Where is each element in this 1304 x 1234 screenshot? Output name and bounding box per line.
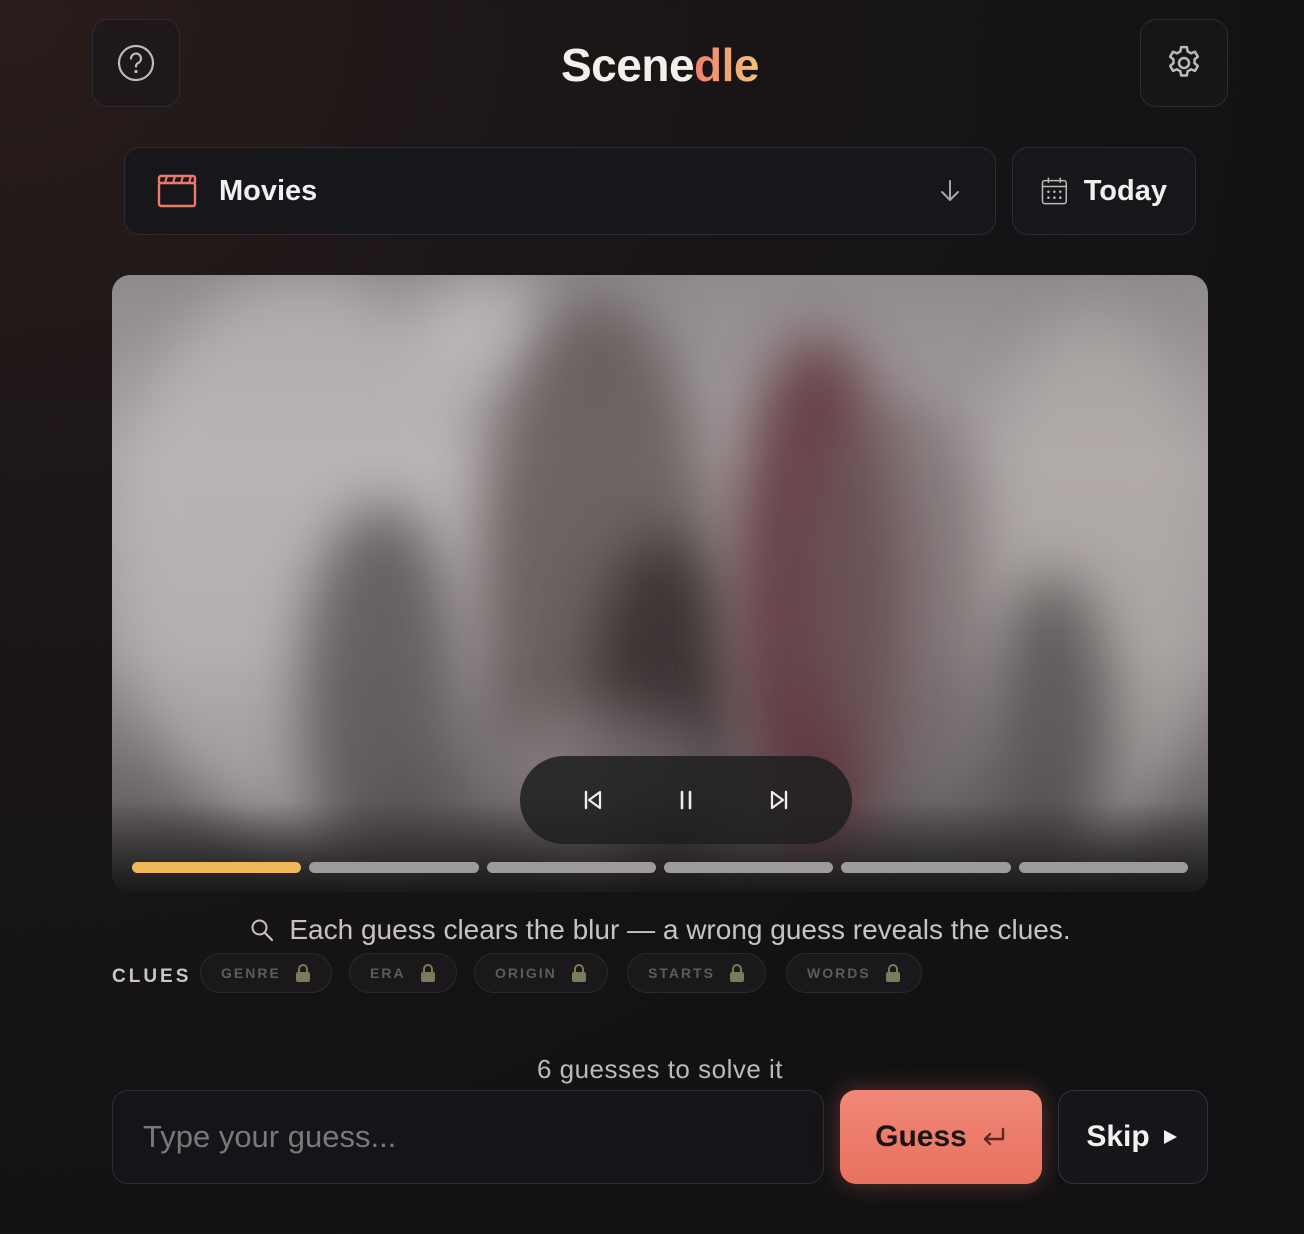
clue-chip-era[interactable]: ERA xyxy=(349,953,457,993)
clue-label: GENRE xyxy=(221,965,281,981)
pause-icon[interactable] xyxy=(673,787,699,813)
guess-input[interactable] xyxy=(112,1090,824,1184)
previous-icon[interactable] xyxy=(580,787,606,813)
clip-segment[interactable] xyxy=(1018,862,1188,873)
clip-segment[interactable] xyxy=(309,862,479,873)
clue-label: ORIGIN xyxy=(495,965,557,981)
date-label: Today xyxy=(1083,174,1167,207)
app-logo: Scenedle xyxy=(0,38,1304,92)
next-icon[interactable] xyxy=(766,787,792,813)
clue-label: STARTS xyxy=(648,965,715,981)
player-controls xyxy=(520,756,852,844)
guesses-remaining: 6 guesses to solve it xyxy=(536,1054,784,1084)
clue-chip-genre[interactable]: GENRE xyxy=(200,953,332,993)
clip-segment[interactable] xyxy=(132,862,302,873)
clip-segment[interactable] xyxy=(841,862,1011,873)
hint-row: Each guess clears the blur — a wrong gue… xyxy=(0,914,1304,946)
scene-video[interactable] xyxy=(112,275,1208,892)
play-icon xyxy=(1163,1130,1177,1144)
clue-label: ERA xyxy=(370,965,406,981)
logo-text-part1: Scene xyxy=(561,39,695,91)
lock-icon xyxy=(885,964,900,982)
lock-icon xyxy=(729,964,744,982)
clue-label: WORDS xyxy=(807,965,871,981)
category-select[interactable]: Movies xyxy=(124,147,996,235)
guess-button-label: Guess xyxy=(875,1120,967,1153)
hint-text: Each guess clears the blur — a wrong gue… xyxy=(289,914,1071,945)
clue-chip-origin[interactable]: ORIGIN xyxy=(474,953,608,993)
category-label: Movies xyxy=(219,174,318,207)
calendar-icon xyxy=(1041,177,1068,205)
clip-segment[interactable] xyxy=(486,862,656,873)
search-icon xyxy=(251,919,274,942)
logo-text-part2: dle xyxy=(694,39,759,91)
lock-icon xyxy=(420,964,435,982)
clapperboard-icon xyxy=(157,174,197,208)
clip-segment[interactable] xyxy=(664,862,834,873)
settings-button[interactable] xyxy=(1140,19,1228,107)
lock-icon xyxy=(295,964,310,982)
clue-chip-starts[interactable]: STARTS xyxy=(627,953,766,993)
lock-icon xyxy=(571,964,586,982)
guess-button[interactable]: Guess xyxy=(840,1090,1042,1184)
date-button[interactable]: Today xyxy=(1012,147,1196,235)
skip-button-label: Skip xyxy=(1086,1120,1150,1153)
arrow-down-icon xyxy=(941,180,959,201)
clue-chip-words[interactable]: WORDS xyxy=(786,953,922,993)
enter-icon xyxy=(983,1127,1005,1146)
gear-icon xyxy=(1168,45,1200,77)
skip-button[interactable]: Skip xyxy=(1058,1090,1208,1184)
clues-label: CLUES xyxy=(112,966,192,987)
